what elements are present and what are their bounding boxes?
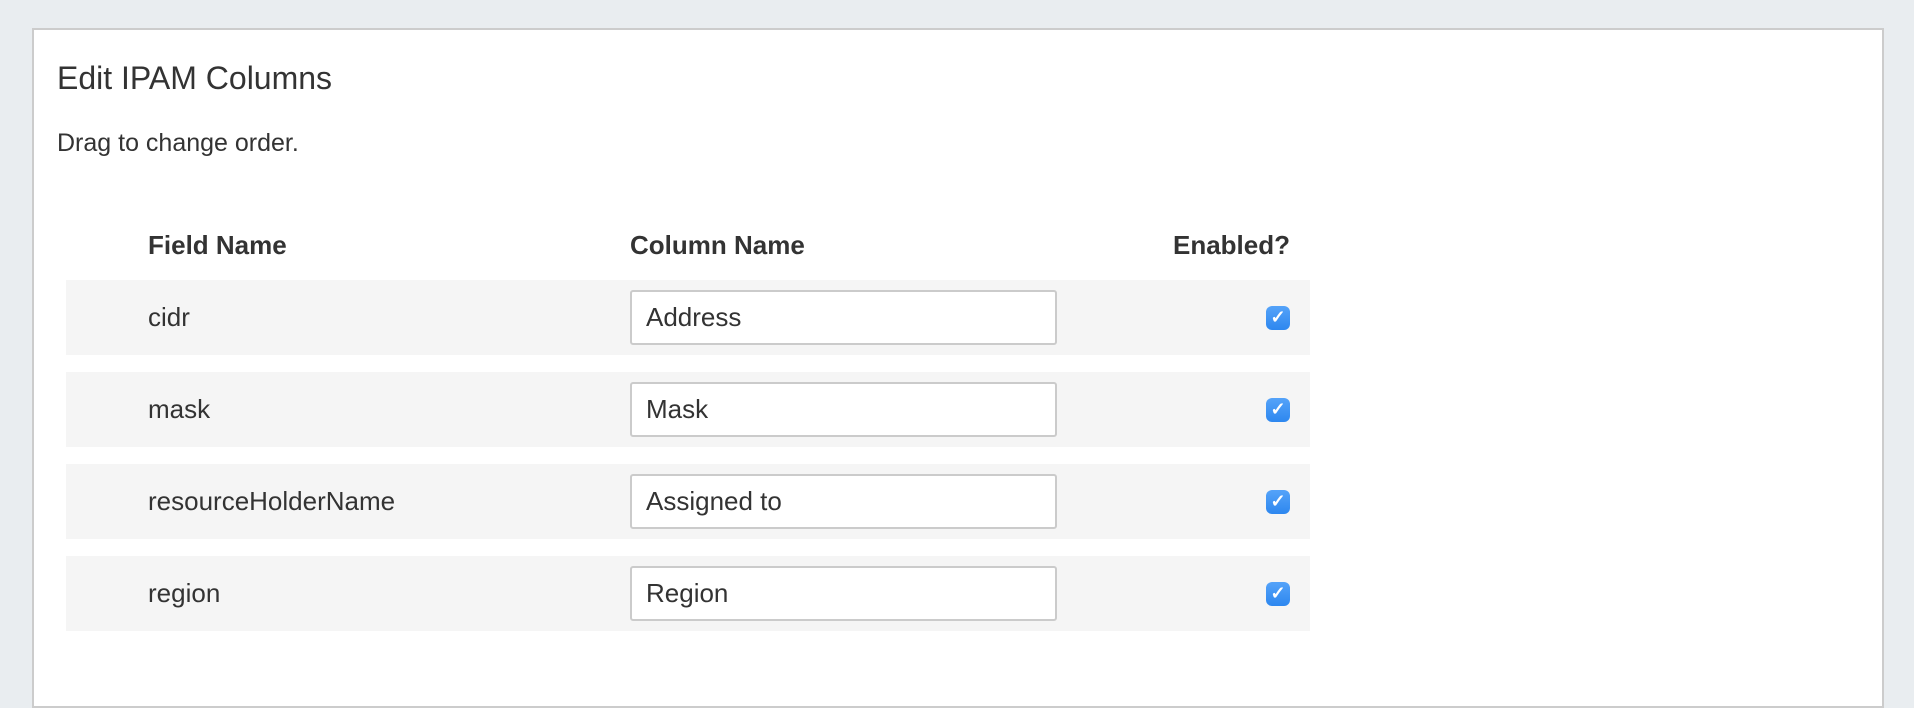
enabled-checkbox[interactable]: ✓	[1266, 582, 1290, 606]
edit-ipam-columns-panel: Edit IPAM Columns Drag to change order. …	[32, 28, 1884, 708]
check-icon: ✓	[1270, 584, 1285, 602]
table-row-cidr: cidr ✓	[66, 280, 1310, 355]
field-name-label: cidr	[148, 302, 630, 333]
check-icon: ✓	[1270, 400, 1285, 418]
enabled-checkbox[interactable]: ✓	[1266, 490, 1290, 514]
table-header-row: Field Name Column Name Enabled?	[66, 232, 1310, 280]
check-icon: ✓	[1270, 308, 1285, 326]
enabled-checkbox[interactable]: ✓	[1266, 306, 1290, 330]
field-name-label: region	[148, 578, 630, 609]
column-name-input[interactable]	[630, 566, 1057, 621]
field-name-label: resourceHolderName	[148, 486, 630, 517]
drag-hint-text: Drag to change order.	[57, 129, 1858, 158]
table-row-resourceHolderName: resourceHolderName ✓	[66, 464, 1310, 539]
column-name-input[interactable]	[630, 382, 1057, 437]
enabled-checkbox[interactable]: ✓	[1266, 398, 1290, 422]
header-enabled: Enabled?	[1060, 232, 1310, 258]
column-name-input[interactable]	[630, 290, 1057, 345]
header-field-name: Field Name	[148, 232, 630, 258]
column-name-input[interactable]	[630, 474, 1057, 529]
ipam-columns-table: Field Name Column Name Enabled? cidr ✓	[66, 232, 1310, 631]
field-name-label: mask	[148, 394, 630, 425]
table-row-region: region ✓	[66, 556, 1310, 631]
header-column-name: Column Name	[630, 232, 1060, 258]
check-icon: ✓	[1270, 492, 1285, 510]
page-title: Edit IPAM Columns	[57, 60, 1858, 97]
table-row-mask: mask ✓	[66, 372, 1310, 447]
